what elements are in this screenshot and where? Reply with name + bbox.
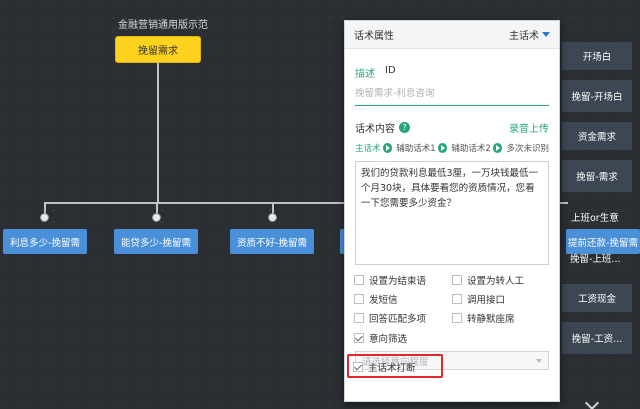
play-icon: [437, 143, 448, 153]
panel-header: 话术属性 主话术: [345, 21, 559, 49]
step-main-script[interactable]: 主话术: [355, 142, 381, 154]
connector-line: [560, 202, 568, 204]
caret-down-icon: [542, 32, 550, 37]
option-send-sms[interactable]: 发短信: [354, 292, 452, 306]
highlight-box: [347, 354, 443, 378]
right-node-fund-demand[interactable]: 资金需求: [562, 122, 632, 150]
script-content-textarea[interactable]: 我们的贷款利息最低3厘，一万块钱最低一个月30块，具体要看您的资质情况，您看一下…: [355, 161, 549, 265]
checkbox[interactable]: [452, 313, 462, 323]
panel-title: 话术属性: [354, 31, 394, 42]
content-label-wrap: 话术内容 ?: [355, 120, 410, 135]
step-aux-script-1[interactable]: 辅助话术1: [396, 142, 435, 154]
checkbox[interactable]: [354, 313, 364, 323]
content-label: 话术内容: [355, 124, 395, 135]
connector-dot[interactable]: [40, 213, 49, 222]
child-node-credit[interactable]: 资质不好-挽留需: [230, 229, 314, 254]
child-node-interest[interactable]: 利息多少-挽留需: [3, 229, 87, 254]
option-label: 调用接口: [467, 295, 506, 306]
option-transfer-human[interactable]: 设置为转人工: [452, 273, 550, 287]
option-label: 设置为结束语: [369, 276, 427, 287]
description-input[interactable]: [355, 88, 549, 99]
caret-down-icon: [536, 358, 542, 363]
connector-dot[interactable]: [268, 213, 277, 222]
script-type-select[interactable]: 主话术: [509, 27, 550, 42]
right-node-work-or-business[interactable]: 上班or生意: [571, 210, 619, 224]
checkbox[interactable]: [354, 275, 364, 285]
script-property-panel: 话术属性 主话术 描述 ID 话术内容 ? 录音上传 主话术 辅助话术1 辅助话…: [344, 20, 560, 402]
intent-filter-row: 意向筛选: [345, 331, 559, 345]
record-upload-link[interactable]: 录音上传: [509, 120, 549, 135]
panel-tabs: 描述 ID: [345, 65, 559, 80]
script-step-tabs: 主话术 辅助话术1 辅助话术2 多次未识别: [345, 142, 559, 154]
options-grid: 设置为结束语 设置为转人工 发短信 调用接口 回答匹配多项 转静默座席: [345, 273, 559, 325]
checkbox-checked[interactable]: [354, 333, 364, 343]
right-node-opening[interactable]: 开场白: [562, 42, 632, 70]
tab-id[interactable]: ID: [385, 65, 396, 80]
right-node-salary-cash[interactable]: 工资现金: [562, 284, 632, 312]
step-multi-unrecognized[interactable]: 多次未识别: [506, 142, 549, 154]
option-label: 转静默座席: [467, 314, 515, 325]
play-icon: [382, 143, 393, 153]
content-section-header: 话术内容 ? 录音上传: [345, 120, 559, 135]
flow-title: 金融营销通用版示范: [118, 20, 208, 31]
option-label: 意向筛选: [369, 334, 408, 345]
option-intent-filter[interactable]: 意向筛选: [354, 331, 550, 345]
connector-dot[interactable]: [152, 213, 161, 222]
description-field-wrap: [355, 88, 549, 106]
tab-description[interactable]: 描述: [355, 65, 375, 80]
script-type-value: 主话术: [509, 31, 539, 42]
option-label: 回答匹配多项: [369, 314, 427, 325]
right-node-retain-work[interactable]: 挽留-上班...: [570, 251, 621, 265]
option-multi-match[interactable]: 回答匹配多项: [354, 311, 452, 325]
option-label: 发短信: [369, 295, 398, 306]
child-node-loan-amount[interactable]: 能贷多少-挽留需: [114, 229, 198, 254]
chevron-down-icon[interactable]: [584, 395, 600, 409]
option-silent-seat[interactable]: 转静默座席: [452, 311, 550, 325]
option-set-end[interactable]: 设置为结束语: [354, 273, 452, 287]
connector-line: [44, 202, 344, 204]
root-node[interactable]: 挽留需求: [115, 36, 201, 63]
connector-line: [157, 63, 159, 203]
help-icon[interactable]: ?: [399, 122, 410, 133]
step-aux-script-2[interactable]: 辅助话术2: [451, 142, 490, 154]
option-label: 设置为转人工: [467, 276, 525, 287]
checkbox[interactable]: [452, 275, 462, 285]
checkbox[interactable]: [354, 294, 364, 304]
option-call-api[interactable]: 调用接口: [452, 292, 550, 306]
right-node-retain-salary[interactable]: 挽留-工资...: [562, 322, 632, 354]
checkbox[interactable]: [452, 294, 462, 304]
right-node-retain-opening[interactable]: 挽留-开场白: [562, 80, 632, 112]
right-node-retain-demand[interactable]: 挽留-需求: [562, 160, 632, 192]
play-icon: [492, 143, 503, 153]
